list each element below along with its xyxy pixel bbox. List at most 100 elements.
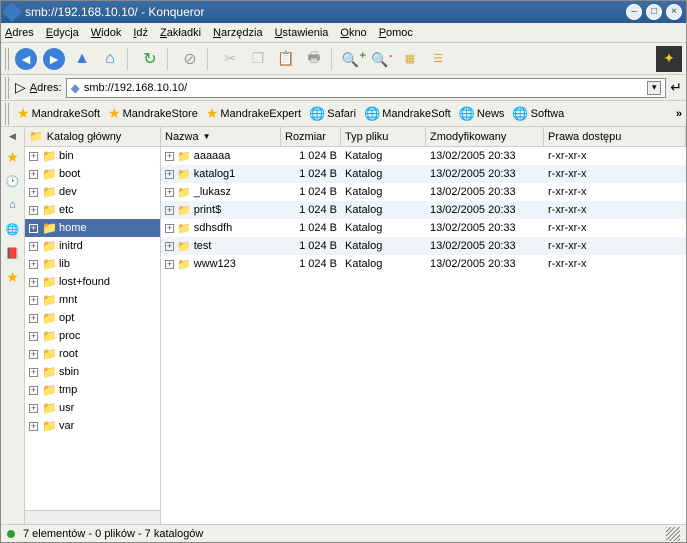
expand-icon[interactable]: + xyxy=(29,152,38,161)
address-input[interactable] xyxy=(84,82,643,94)
menu-okno[interactable]: Okno xyxy=(340,27,366,39)
tree-item[interactable]: +📁sbin xyxy=(25,363,160,381)
menu-idz[interactable]: Idź xyxy=(133,27,148,39)
expand-icon[interactable]: + xyxy=(29,242,38,251)
maximize-button[interactable]: □ xyxy=(646,4,662,20)
expand-icon[interactable]: + xyxy=(29,368,38,377)
address-dropdown[interactable]: ▾ xyxy=(647,81,661,95)
column-size[interactable]: Rozmiar xyxy=(281,127,341,146)
expand-icon[interactable]: + xyxy=(29,188,38,197)
table-row[interactable]: +📁_lukasz1 024 BKatalog13/02/2005 20:33r… xyxy=(161,183,686,201)
table-row[interactable]: +📁katalog11 024 BKatalog13/02/2005 20:33… xyxy=(161,165,686,183)
tree-item[interactable]: +📁mnt xyxy=(25,291,160,309)
expand-icon[interactable]: + xyxy=(165,170,174,179)
expand-icon[interactable]: + xyxy=(165,242,174,251)
menu-ustawienia[interactable]: Ustawienia xyxy=(275,27,329,39)
table-row[interactable]: +📁test1 024 BKatalog13/02/2005 20:33r-xr… xyxy=(161,237,686,255)
zoom-in-button[interactable]: 🔍+ xyxy=(341,46,367,72)
bookmark-item[interactable]: 🌐MandrakeSoft xyxy=(360,103,455,124)
sidebar-root-tab[interactable]: 📕 xyxy=(4,244,22,262)
view-icons-button[interactable]: ▦ xyxy=(397,46,423,72)
bookmark-item[interactable]: 🌐Safari xyxy=(305,103,360,124)
copy-button[interactable]: ❐ xyxy=(245,46,271,72)
menu-pomoc[interactable]: Pomoc xyxy=(379,27,413,39)
expand-icon[interactable]: + xyxy=(165,152,174,161)
table-row[interactable]: +📁print$1 024 BKatalog13/02/2005 20:33r-… xyxy=(161,201,686,219)
expand-icon[interactable]: + xyxy=(165,260,174,269)
expand-icon[interactable]: + xyxy=(29,404,38,413)
menu-widok[interactable]: Widok xyxy=(91,27,122,39)
expand-icon[interactable]: + xyxy=(29,332,38,341)
print-button[interactable]: 🖶 xyxy=(301,46,327,72)
table-row[interactable]: +📁www1231 024 BKatalog13/02/2005 20:33r-… xyxy=(161,255,686,273)
sidebar-history-tab[interactable]: 🕑 xyxy=(4,172,22,190)
go-button[interactable]: ↵ xyxy=(670,79,682,96)
expand-icon[interactable]: + xyxy=(29,314,38,323)
sidebar-network-tab[interactable]: 🌐 xyxy=(4,220,22,238)
menu-adres[interactable]: Adres xyxy=(5,27,34,39)
sidebar-bookmarks-tab[interactable]: ★ xyxy=(4,148,22,166)
expand-icon[interactable]: + xyxy=(165,188,174,197)
menu-zakladki[interactable]: Zakładki xyxy=(160,27,201,39)
sidebar-services-tab[interactable]: ★ xyxy=(4,268,22,286)
expand-icon[interactable]: + xyxy=(29,260,38,269)
zoom-out-button[interactable]: 🔍- xyxy=(369,46,395,72)
tree-item[interactable]: +📁root xyxy=(25,345,160,363)
expand-icon[interactable]: + xyxy=(29,278,38,287)
tree-item[interactable]: +📁lost+found xyxy=(25,273,160,291)
bookmark-item[interactable]: ★MandrakeExpert xyxy=(202,103,305,124)
column-name[interactable]: Nazwa▼ xyxy=(161,127,281,146)
paste-button[interactable]: 📋 xyxy=(273,46,299,72)
forward-button[interactable]: ► xyxy=(41,46,67,72)
close-button[interactable]: × xyxy=(666,4,682,20)
tree-item[interactable]: +📁var xyxy=(25,417,160,435)
up-button[interactable]: ▲ xyxy=(69,46,95,72)
expand-icon[interactable]: + xyxy=(165,206,174,215)
tree-item[interactable]: +📁home xyxy=(25,219,160,237)
tree-item[interactable]: +📁opt xyxy=(25,309,160,327)
expand-icon[interactable]: + xyxy=(165,224,174,233)
tree-body[interactable]: +📁bin+📁boot+📁dev+📁etc+📁home+📁initrd+📁lib… xyxy=(25,147,160,510)
column-modified[interactable]: Zmodyfikowany xyxy=(426,127,544,146)
view-list-button[interactable]: ☰ xyxy=(425,46,451,72)
sidebar-home-tab[interactable]: ⌂ xyxy=(4,196,22,214)
cut-button[interactable]: ✂ xyxy=(217,46,243,72)
bookmark-item[interactable]: 🌐News xyxy=(455,103,509,124)
tree-item[interactable]: +📁boot xyxy=(25,165,160,183)
column-perms[interactable]: Prawa dostępu xyxy=(544,127,686,146)
table-row[interactable]: +📁sdhsdfh1 024 BKatalog13/02/2005 20:33r… xyxy=(161,219,686,237)
tree-header[interactable]: 📁 Katalog główny xyxy=(25,127,160,147)
clear-address-button[interactable]: ▷ xyxy=(15,79,26,96)
bookmark-item[interactable]: 🌐Softwa xyxy=(508,103,568,124)
tree-item[interactable]: +📁tmp xyxy=(25,381,160,399)
reload-button[interactable]: ↻ xyxy=(137,46,163,72)
toolbar-grip[interactable] xyxy=(5,48,11,70)
addr-grip[interactable] xyxy=(5,77,11,99)
expand-icon[interactable]: + xyxy=(29,170,38,179)
tree-item[interactable]: +📁lib xyxy=(25,255,160,273)
stop-button[interactable]: ⊘ xyxy=(177,46,203,72)
expand-icon[interactable]: + xyxy=(29,350,38,359)
resize-grip[interactable] xyxy=(666,527,680,541)
menu-edycja[interactable]: Edycja xyxy=(46,27,79,39)
back-button[interactable]: ◄ xyxy=(13,46,39,72)
titlebar[interactable]: smb://192.168.10.10/ - Konqueror – □ × xyxy=(1,1,686,23)
file-rows[interactable]: +📁aaaaaa1 024 BKatalog13/02/2005 20:33r-… xyxy=(161,147,686,524)
table-row[interactable]: +📁aaaaaa1 024 BKatalog13/02/2005 20:33r-… xyxy=(161,147,686,165)
menu-narzedzia[interactable]: Narzędzia xyxy=(213,27,263,39)
home-button[interactable]: ⌂ xyxy=(97,46,123,72)
expand-icon[interactable]: + xyxy=(29,224,38,233)
expand-icon[interactable]: + xyxy=(29,296,38,305)
minimize-button[interactable]: – xyxy=(626,4,642,20)
tree-item[interactable]: +📁bin xyxy=(25,147,160,165)
expand-icon[interactable]: + xyxy=(29,422,38,431)
tree-item[interactable]: +📁etc xyxy=(25,201,160,219)
tree-item[interactable]: +📁initrd xyxy=(25,237,160,255)
bookmark-overflow[interactable]: » xyxy=(676,108,682,120)
bookmark-item[interactable]: ★MandrakeStore xyxy=(104,103,202,124)
expand-icon[interactable]: + xyxy=(29,206,38,215)
column-type[interactable]: Typ pliku xyxy=(341,127,426,146)
bookmark-item[interactable]: ★MandrakeSoft xyxy=(13,103,104,124)
sidebar-collapse-icon[interactable]: ◀ xyxy=(9,131,16,142)
expand-icon[interactable]: + xyxy=(29,386,38,395)
